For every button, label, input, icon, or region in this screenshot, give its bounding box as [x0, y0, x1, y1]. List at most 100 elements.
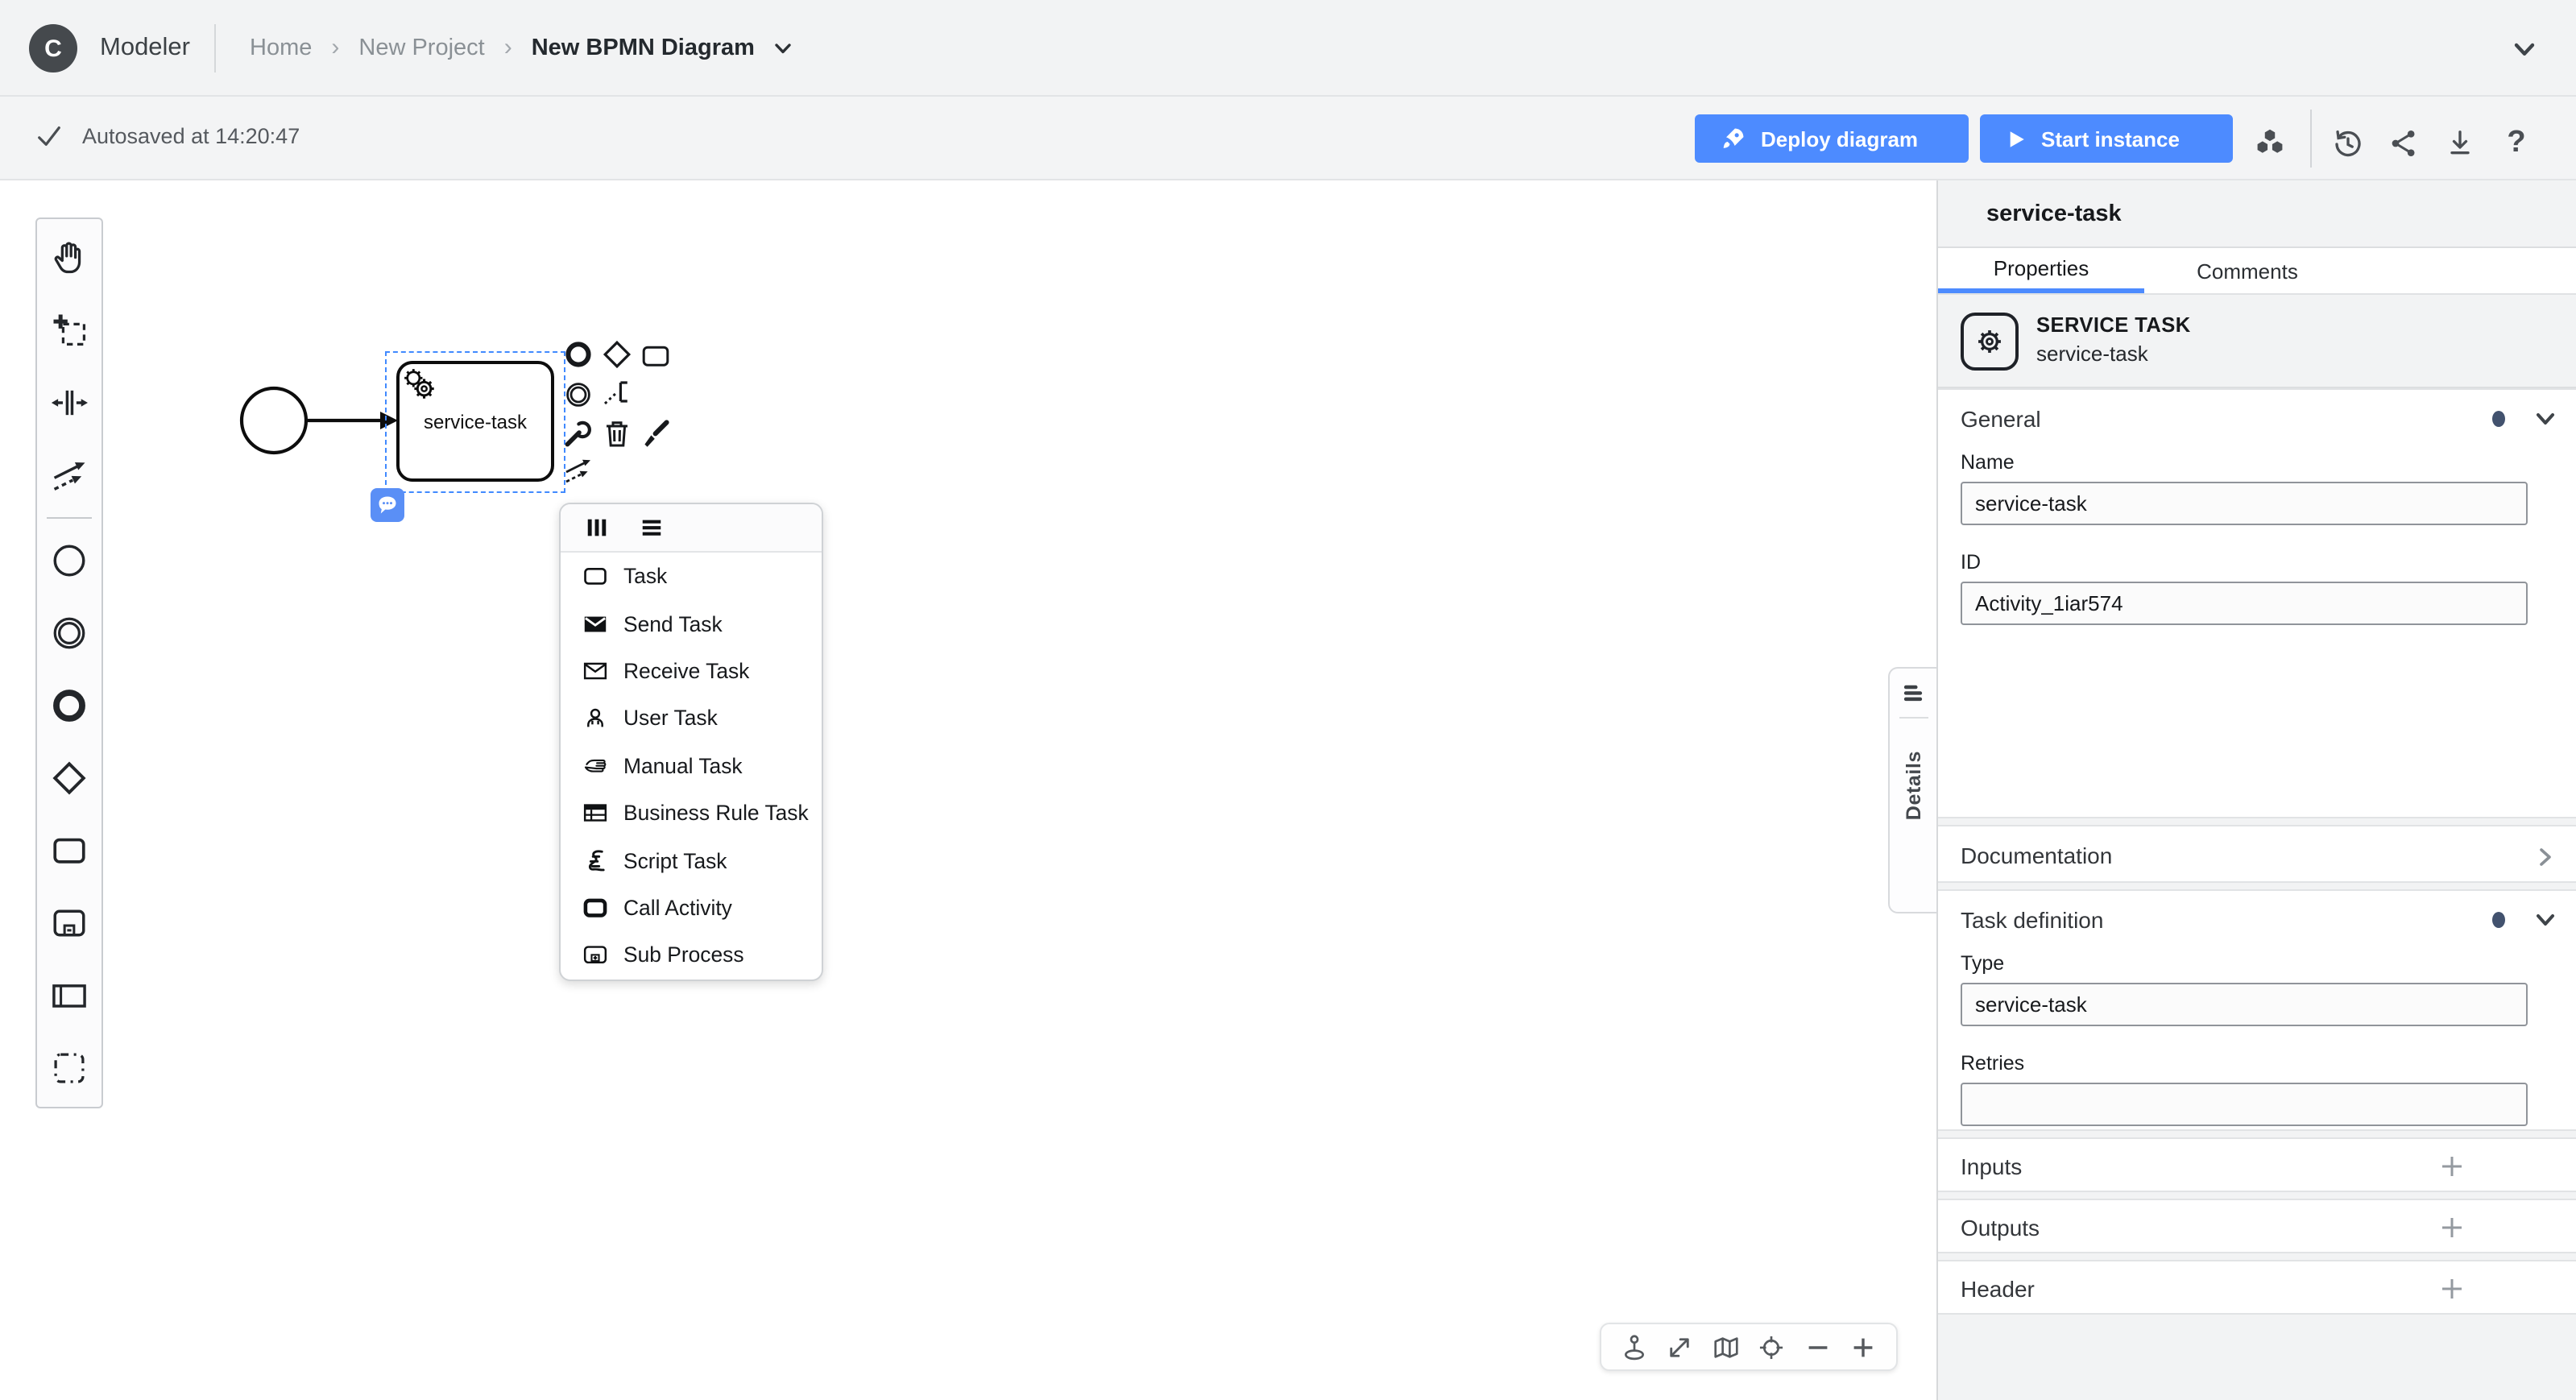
diagram-canvas[interactable]: service-task	[0, 180, 1936, 1400]
zoom-in-icon[interactable]	[1848, 1332, 1878, 1362]
documentation-section-header[interactable]: Documentation	[1938, 826, 2576, 884]
menu-item-send-task[interactable]: Send Task	[561, 600, 822, 648]
camunda-logo-icon[interactable]: C	[29, 24, 77, 72]
topbar-divider	[214, 24, 216, 72]
change-element-wrench-icon[interactable]	[562, 417, 594, 449]
create-end-event-icon[interactable]	[48, 685, 90, 727]
cluster-honeycomb-icon[interactable]	[2252, 126, 2288, 161]
append-gateway-icon[interactable]	[601, 338, 633, 371]
element-header: SERVICE TASK service-task	[1938, 296, 2576, 388]
details-tab-separator	[1899, 717, 1928, 719]
name-field-label: Name	[1961, 451, 2576, 474]
send-task-icon	[582, 610, 609, 637]
menu-item-script-task[interactable]: Script Task	[561, 837, 822, 884]
add-output-plus-icon[interactable]	[2439, 1215, 2465, 1241]
palette-separator	[47, 517, 92, 519]
canvas-pin-icon[interactable]	[1619, 1332, 1650, 1362]
menu-item-label: Sub Process	[623, 943, 744, 967]
name-input[interactable]	[1961, 482, 2528, 525]
action-bar: Autosaved at 14:20:47 Deploy diagram Sta…	[0, 97, 2576, 180]
create-task-icon[interactable]	[48, 830, 90, 872]
general-section-header[interactable]: General	[1938, 390, 2576, 448]
comment-badge[interactable]	[371, 488, 404, 522]
create-start-event-icon[interactable]	[48, 540, 90, 582]
zoom-out-icon[interactable]	[1802, 1332, 1833, 1362]
general-heading: General	[1961, 406, 2041, 432]
add-header-plus-icon[interactable]	[2439, 1276, 2465, 1302]
tab-comments[interactable]: Comments	[2144, 248, 2350, 293]
menu-item-manual-task[interactable]: Manual Task	[561, 742, 822, 789]
chevron-down-icon[interactable]	[2534, 909, 2557, 931]
share-icon[interactable]	[2386, 126, 2421, 161]
top-bar: C Modeler Home › New Project › New BPMN …	[0, 0, 2576, 97]
list-view-icon[interactable]	[640, 516, 664, 540]
version-history-icon[interactable]	[2330, 126, 2365, 161]
manual-task-icon	[582, 752, 609, 780]
rocket-icon	[1721, 126, 1746, 151]
palette	[35, 217, 103, 1108]
fit-viewport-icon[interactable]	[1665, 1332, 1696, 1362]
start-instance-button[interactable]: Start instance	[1980, 114, 2233, 163]
create-intermediate-event-icon[interactable]	[48, 612, 90, 654]
diagram-menu-chevron-down-icon[interactable]	[774, 38, 793, 57]
set-color-brush-icon[interactable]	[640, 417, 672, 449]
reset-viewport-target-icon[interactable]	[1756, 1332, 1787, 1362]
sub-process-icon	[582, 942, 609, 969]
help-icon[interactable]: ?	[2499, 126, 2534, 161]
create-subprocess-icon[interactable]	[48, 902, 90, 944]
task-definition-section-header[interactable]: Task definition	[1938, 891, 2576, 949]
chevron-right-icon[interactable]	[2534, 846, 2557, 868]
chevron-down-icon[interactable]	[2534, 408, 2557, 430]
menu-item-user-task[interactable]: User Task	[561, 694, 822, 742]
global-connect-tool-icon[interactable]	[48, 454, 90, 496]
details-tab[interactable]: Details	[1888, 667, 1936, 913]
header-section: Header	[1938, 1260, 2576, 1315]
add-input-plus-icon[interactable]	[2439, 1154, 2465, 1179]
create-group-icon[interactable]	[48, 1047, 90, 1089]
breadcrumb: Home › New Project › New BPMN Diagram	[250, 34, 793, 61]
deploy-diagram-label: Deploy diagram	[1761, 126, 1918, 151]
hand-tool-icon[interactable]	[48, 237, 90, 279]
menu-item-call-activity[interactable]: Call Activity	[561, 884, 822, 931]
columns-view-icon[interactable]	[585, 516, 609, 540]
collapse-header-chevron-icon[interactable]	[2512, 39, 2537, 61]
menu-item-sub-process[interactable]: Sub Process	[561, 931, 822, 979]
deploy-diagram-button[interactable]: Deploy diagram	[1695, 114, 1969, 163]
canvas-controls	[1600, 1323, 1898, 1371]
append-end-event-icon[interactable]	[562, 338, 594, 371]
breadcrumb-project[interactable]: New Project	[358, 35, 484, 60]
menu-item-label: Send Task	[623, 611, 723, 636]
space-tool-icon[interactable]	[48, 382, 90, 424]
outputs-row[interactable]: Outputs	[1938, 1200, 2576, 1255]
retries-input[interactable]	[1961, 1083, 2528, 1126]
connect-tool-icon[interactable]	[562, 454, 594, 487]
section-filled-indicator-dot	[2492, 912, 2505, 928]
breadcrumb-home[interactable]: Home	[250, 35, 312, 60]
service-task-shape[interactable]: service-task	[396, 361, 554, 482]
start-event-shape[interactable]	[242, 388, 306, 453]
inputs-row[interactable]: Inputs	[1938, 1139, 2576, 1194]
task-icon	[582, 562, 609, 590]
id-input[interactable]	[1961, 582, 2528, 625]
context-pad	[562, 338, 681, 496]
type-input[interactable]	[1961, 983, 2528, 1026]
append-text-annotation-icon[interactable]	[601, 377, 633, 409]
minimap-icon[interactable]	[1711, 1332, 1741, 1362]
download-icon[interactable]	[2442, 126, 2478, 161]
script-task-icon	[582, 847, 609, 874]
menu-item-label: Call Activity	[623, 896, 732, 920]
tab-properties[interactable]: Properties	[1938, 248, 2144, 293]
checkmark-icon	[35, 122, 63, 150]
delete-trash-icon[interactable]	[601, 417, 633, 449]
create-participant-icon[interactable]	[48, 975, 90, 1017]
append-task-icon[interactable]	[640, 340, 672, 372]
breadcrumb-current-diagram[interactable]: New BPMN Diagram	[532, 35, 755, 60]
details-panel-icon	[1901, 683, 1925, 704]
menu-item-business-rule-task[interactable]: Business Rule Task	[561, 789, 822, 837]
menu-item-receive-task[interactable]: Receive Task	[561, 648, 822, 695]
create-gateway-icon[interactable]	[48, 757, 90, 799]
lasso-tool-icon[interactable]	[48, 309, 90, 351]
menu-item-task[interactable]: Task	[561, 553, 822, 600]
append-intermediate-event-icon[interactable]	[562, 379, 594, 411]
header-row[interactable]: Header	[1938, 1261, 2576, 1316]
